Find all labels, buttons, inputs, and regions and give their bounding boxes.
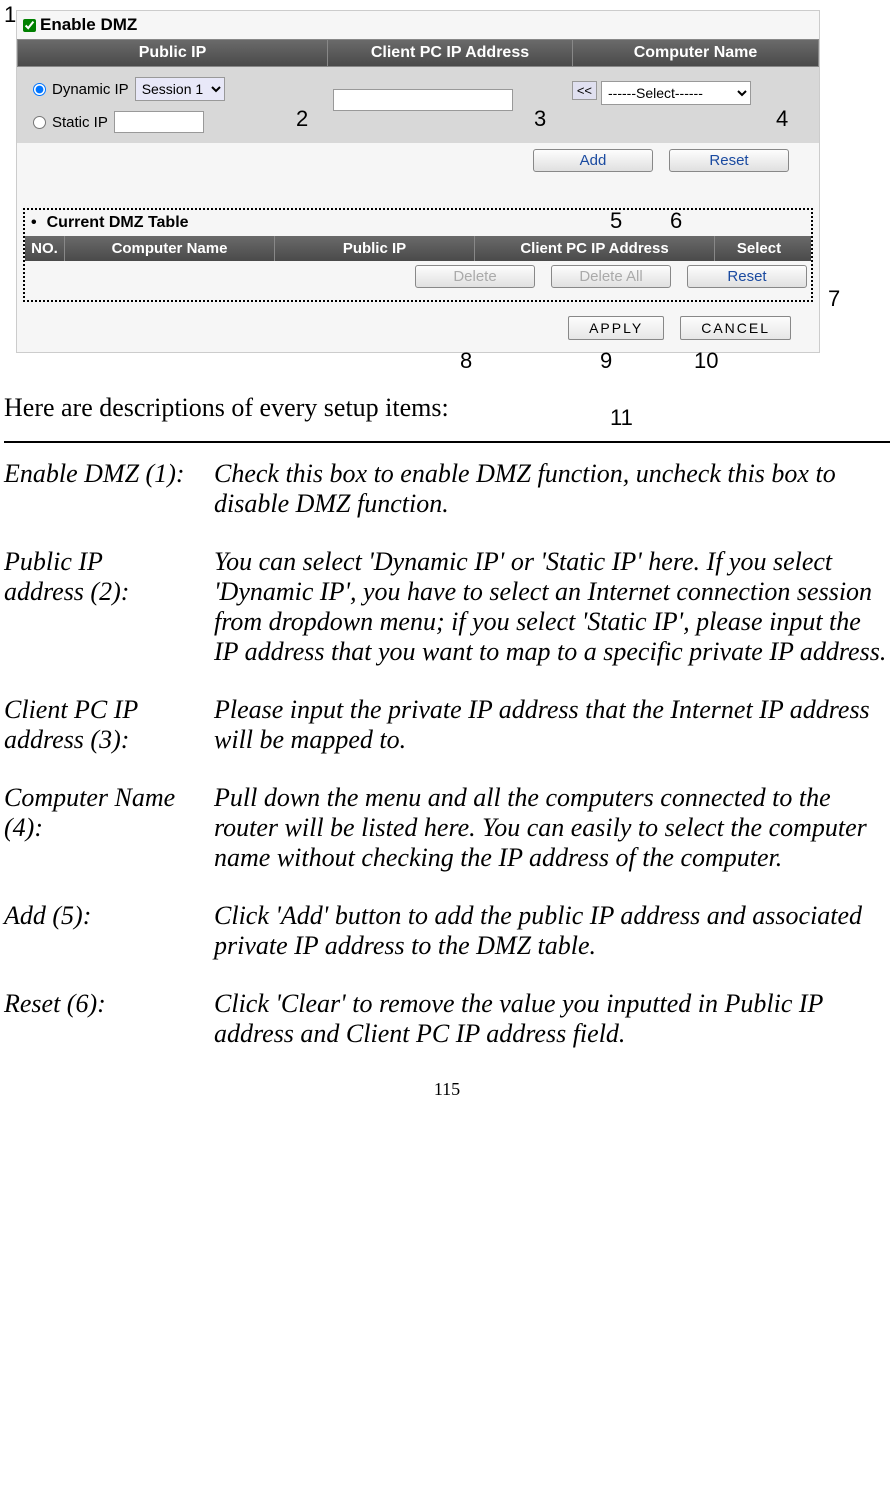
- current-dmz-box: • Current DMZ Table NO. Computer Name Pu…: [23, 208, 813, 302]
- intro-text: Here are descriptions of every setup ite…: [4, 393, 894, 423]
- def-client-pc: Please input the private IP address that…: [214, 695, 890, 755]
- header-computer-name-2: Computer Name: [65, 236, 275, 261]
- annotation-9: 9: [600, 348, 612, 374]
- session-select[interactable]: Session 1: [135, 77, 225, 101]
- annotation-7: 7: [828, 286, 840, 312]
- header-client-pc-ip: Client PC IP Address: [328, 40, 573, 66]
- static-ip-label: Static IP: [52, 114, 108, 131]
- header-select: Select: [715, 236, 803, 261]
- annotation-4: 4: [776, 106, 788, 132]
- term-enable-dmz: Enable DMZ (1):: [4, 459, 214, 519]
- header-no: NO.: [25, 236, 65, 261]
- term-public-ip: Public IP address (2):: [4, 547, 214, 667]
- def-reset: Click 'Clear' to remove the value you in…: [214, 989, 890, 1049]
- term-computer-name: Computer Name (4):: [4, 783, 214, 873]
- header-public-ip: Public IP: [18, 40, 328, 66]
- static-ip-input[interactable]: [114, 111, 204, 133]
- annotation-3: 3: [534, 106, 546, 132]
- dynamic-ip-radio[interactable]: [33, 83, 46, 96]
- annotation-8: 8: [460, 348, 472, 374]
- client-pc-ip-input[interactable]: [333, 89, 513, 111]
- add-reset-row: Add Reset: [17, 143, 819, 178]
- bullet-icon: •: [31, 214, 37, 232]
- dmz-table-header: NO. Computer Name Public IP Client PC IP…: [25, 236, 811, 261]
- enable-dmz-label: Enable DMZ: [40, 15, 137, 35]
- annotation-10: 10: [694, 348, 718, 374]
- add-button[interactable]: Add: [533, 149, 653, 172]
- current-dmz-title: Current DMZ Table: [47, 214, 189, 232]
- inputs-row: Dynamic IP Session 1 Static IP: [17, 67, 819, 143]
- divider: [4, 441, 890, 443]
- apply-cancel-row: APPLY CANCEL: [17, 306, 819, 352]
- annotation-6: 6: [670, 208, 682, 234]
- reset-button[interactable]: Reset: [669, 149, 789, 172]
- annotation-5: 5: [610, 208, 622, 234]
- reset-table-button[interactable]: Reset: [687, 265, 807, 288]
- def-public-ip: You can select 'Dynamic IP' or 'Static I…: [214, 547, 890, 667]
- def-computer-name: Pull down the menu and all the computers…: [214, 783, 890, 873]
- apply-button[interactable]: APPLY: [568, 316, 664, 340]
- top-table-header: Public IP Client PC IP Address Computer …: [17, 39, 819, 67]
- cancel-button[interactable]: CANCEL: [680, 316, 791, 340]
- annotation-2: 2: [296, 106, 308, 132]
- term-client-pc: Client PC IP address (3):: [4, 695, 214, 755]
- enable-dmz-row: Enable DMZ: [17, 11, 819, 39]
- header-public-ip-2: Public IP: [275, 236, 475, 261]
- move-left-button[interactable]: <<: [572, 81, 597, 100]
- page-number: 115: [0, 1079, 894, 1100]
- delete-button[interactable]: Delete: [415, 265, 535, 288]
- annotation-11: 11: [610, 405, 633, 431]
- dmz-config-panel: Enable DMZ Public IP Client PC IP Addres…: [16, 10, 820, 353]
- header-computer-name: Computer Name: [573, 40, 818, 66]
- description-table: Enable DMZ (1): Check this box to enable…: [4, 459, 890, 1049]
- dynamic-ip-label: Dynamic IP: [52, 81, 129, 98]
- header-client-pc-ip-2: Client PC IP Address: [475, 236, 715, 261]
- def-add: Click 'Add' button to add the public IP …: [214, 901, 890, 961]
- annotation-1: 1: [4, 2, 16, 28]
- computer-name-select[interactable]: ------Select------: [601, 81, 751, 105]
- enable-dmz-checkbox[interactable]: [23, 19, 36, 32]
- def-enable-dmz: Check this box to enable DMZ function, u…: [214, 459, 890, 519]
- term-add: Add (5):: [4, 901, 214, 961]
- static-ip-radio[interactable]: [33, 116, 46, 129]
- dmz-table-buttons: Delete Delete All Reset: [25, 261, 811, 292]
- term-reset: Reset (6):: [4, 989, 214, 1049]
- delete-all-button[interactable]: Delete All: [551, 265, 671, 288]
